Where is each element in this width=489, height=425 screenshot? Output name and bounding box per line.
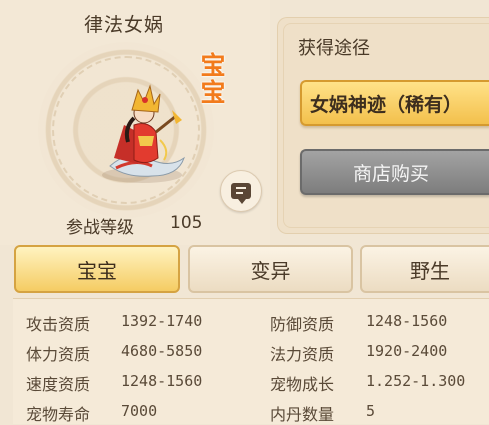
pet-preview-panel: 律法女娲 宝宝 参战等级 105 [0,0,270,245]
stat-value-stamina: 4680-5850 [121,342,203,360]
pet-type-badge: 宝宝 [200,51,226,107]
stat-value-lifespan: 7000 [121,402,158,420]
stat-label-attack: 攻击资质 [26,315,91,334]
stat-label-growth: 宠物成长 [270,375,335,394]
stat-label-lifespan: 宠物寿命 [26,405,91,424]
stat-value-speed: 1248-1560 [121,372,203,390]
level-value: 105 [170,213,203,233]
chat-icon [231,183,251,204]
stat-label-defense: 防御资质 [270,315,335,334]
stat-value-defense: 1248-1560 [366,312,448,330]
chat-button[interactable] [220,170,262,212]
stat-label-speed: 速度资质 [26,375,91,394]
stat-value-magic: 1920-2400 [366,342,448,360]
stat-value-growth: 1.252-1.300 [366,372,466,390]
stat-value-core-count: 5 [366,402,376,420]
tab-mutant[interactable]: 变异 [188,245,353,293]
level-label: 参战等级 [66,218,134,238]
stat-label-magic: 法力资质 [270,345,335,364]
source-panel: 获得途径 女娲神迹（稀有） 商店购买 [277,17,489,234]
pet-sprite [102,84,185,183]
tab-baby[interactable]: 宝宝 [14,245,180,293]
rare-source-button[interactable]: 女娲神迹（稀有） [300,80,489,126]
stat-label-stamina: 体力资质 [26,345,91,364]
stats-panel: 攻击资质 1392-1740 体力资质 4680-5850 速度资质 1248-… [13,298,489,424]
stat-value-attack: 1392-1740 [121,312,203,330]
source-title: 获得途径 [298,38,370,59]
pet-name: 律法女娲 [84,14,165,36]
tab-wild[interactable]: 野生 [360,245,489,293]
stat-label-core-count: 内丹数量 [270,405,335,424]
shop-purchase-button[interactable]: 商店购买 [300,149,489,195]
